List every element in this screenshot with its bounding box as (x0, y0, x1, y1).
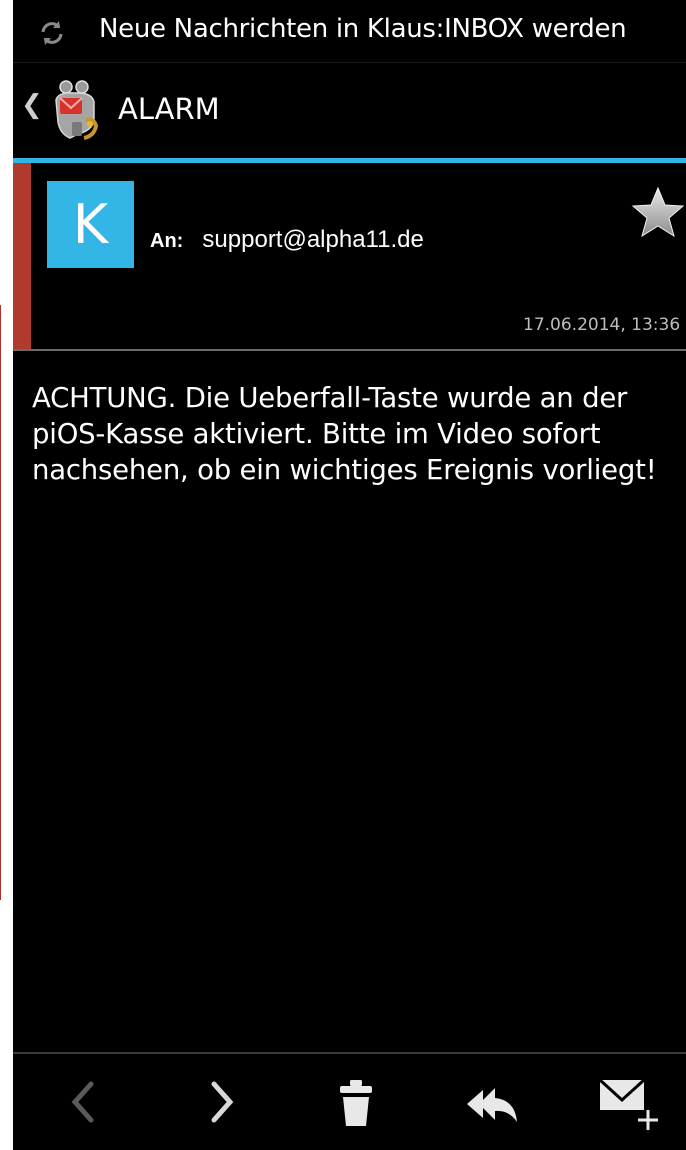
folder-title[interactable]: ALARM (118, 92, 220, 126)
compose-button[interactable] (598, 1070, 662, 1134)
sender-avatar[interactable]: K (47, 181, 134, 268)
previous-icon (71, 1081, 94, 1123)
star-icon[interactable] (630, 185, 686, 241)
message-body: ACHTUNG. Die Ueberfall-Taste wurde an de… (32, 382, 657, 486)
recipient-row: An: support@alpha11.de (150, 226, 424, 254)
to-address[interactable]: support@alpha11.de (202, 226, 423, 253)
chevron-left-icon[interactable]: ❮ (21, 92, 43, 118)
email-view-screen: Neue Nachrichten in Klaus:INBOX werden ❮… (13, 0, 686, 1150)
message-date: 17.06.2014, 13:36 (523, 315, 681, 335)
compose-icon (598, 1078, 658, 1130)
delete-button[interactable] (324, 1070, 388, 1134)
header-divider (13, 349, 686, 351)
k9-mail-dog-icon[interactable] (48, 78, 104, 142)
next-message-button[interactable] (188, 1070, 252, 1134)
previous-message-button[interactable] (53, 1070, 117, 1134)
notification-bar: Neue Nachrichten in Klaus:INBOX werden (13, 0, 686, 63)
account-color-strip (13, 163, 31, 349)
action-bar (13, 63, 686, 157)
reply-all-icon (467, 1088, 517, 1122)
left-edge-line (0, 305, 1, 900)
delete-icon (340, 1080, 372, 1126)
notification-text: Neue Nachrichten in Klaus:INBOX werden (99, 14, 627, 44)
reply-all-button[interactable] (459, 1070, 523, 1134)
next-icon (211, 1081, 234, 1123)
sync-icon (41, 21, 63, 45)
to-label: An: (150, 230, 184, 252)
